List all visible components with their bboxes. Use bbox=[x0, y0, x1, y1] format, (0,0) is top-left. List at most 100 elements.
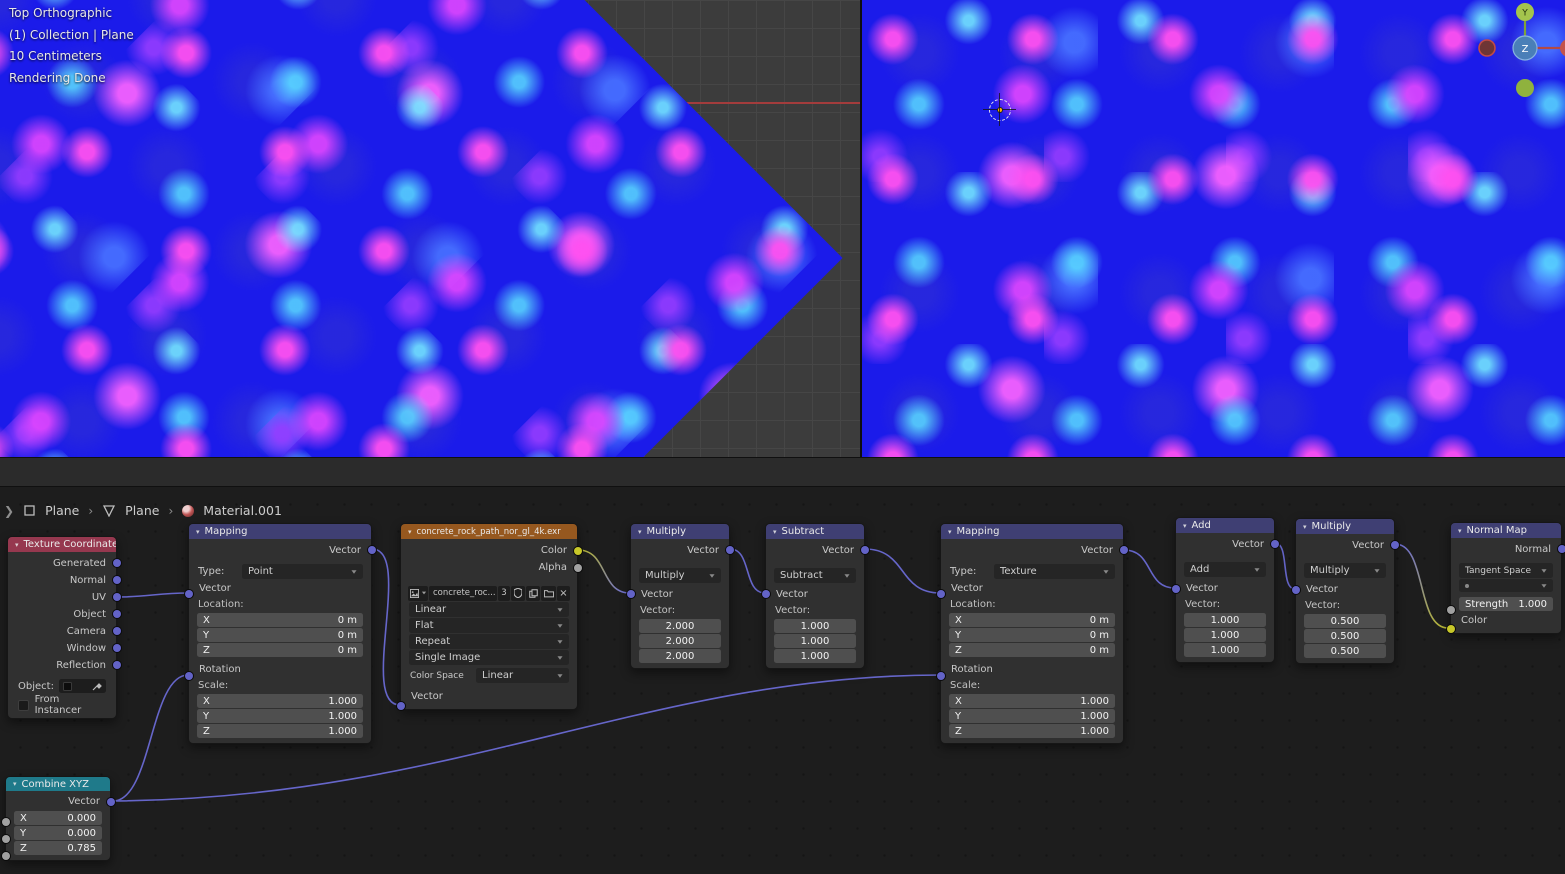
image-browse-button[interactable] bbox=[408, 585, 428, 601]
node-multiply-2[interactable]: ▾ Multiply Vector Multiply Vector Vector:… bbox=[1291, 518, 1399, 664]
location-x-field[interactable]: X 0 m bbox=[197, 613, 363, 627]
socket-vector-out[interactable] bbox=[725, 546, 734, 554]
node-multiply-1[interactable]: ▾ Multiply Vector Multiply Vector Vector:… bbox=[626, 523, 734, 669]
socket-y-in[interactable] bbox=[1, 835, 10, 843]
collapse-icon[interactable]: ▾ bbox=[15, 541, 19, 549]
socket-color-in[interactable] bbox=[1446, 625, 1455, 633]
operation-dropdown[interactable]: Subtract bbox=[774, 568, 856, 583]
x-field[interactable]: X 0.000 bbox=[14, 811, 102, 825]
mapping-type-dropdown[interactable]: Point bbox=[242, 564, 363, 579]
node-add[interactable]: ▾ Add Vector Add Vector Vector: 1.000 1.0… bbox=[1171, 517, 1279, 663]
vector-z-field[interactable]: 0.500 bbox=[1304, 644, 1386, 658]
collapse-icon[interactable]: ▾ bbox=[773, 528, 777, 536]
collapse-icon[interactable]: ▾ bbox=[1183, 522, 1187, 530]
socket-vector-out[interactable] bbox=[367, 546, 376, 554]
scale-y-field[interactable]: Y 1.000 bbox=[949, 709, 1115, 723]
projection-dropdown[interactable]: Flat bbox=[409, 618, 569, 633]
socket-vector-out[interactable] bbox=[1390, 541, 1399, 549]
socket-reflection[interactable] bbox=[112, 661, 121, 669]
node-header[interactable]: ▾ Multiply bbox=[1296, 519, 1394, 534]
operation-dropdown[interactable]: Multiply bbox=[639, 568, 721, 583]
socket-vector-out[interactable] bbox=[1119, 546, 1128, 554]
vector-x-field[interactable]: 0.500 bbox=[1304, 614, 1386, 628]
vector-x-field[interactable]: 2.000 bbox=[639, 619, 721, 633]
node-editor[interactable]: ❯ Plane › Plane › Material.001 ▾ Texture… bbox=[0, 487, 1565, 874]
image-fake-user-button[interactable] bbox=[511, 585, 525, 601]
socket-vector-in[interactable] bbox=[1171, 585, 1180, 593]
scale-y-field[interactable]: Y 1.000 bbox=[197, 709, 363, 723]
node-header[interactable]: ▾ Mapping bbox=[941, 524, 1123, 539]
scale-x-field[interactable]: X 1.000 bbox=[949, 694, 1115, 708]
node-header[interactable]: ▾ Mapping bbox=[189, 524, 371, 539]
source-dropdown[interactable]: Single Image bbox=[409, 650, 569, 665]
node-mapping-1[interactable]: ▾ Mapping Vector Type: Point Vector Locat… bbox=[184, 523, 376, 744]
color-space-dropdown[interactable]: Linear bbox=[476, 668, 569, 683]
socket-strength-in[interactable] bbox=[1446, 606, 1455, 614]
breadcrumb-material[interactable]: Material.001 bbox=[203, 503, 282, 518]
socket-vector-in[interactable] bbox=[936, 590, 945, 598]
collapse-icon[interactable]: ▾ bbox=[196, 528, 200, 536]
vector-z-field[interactable]: 1.000 bbox=[774, 649, 856, 663]
node-texture-coordinate[interactable]: ▾ Texture Coordinate Generated Normal UV … bbox=[7, 536, 121, 719]
from-instancer-row[interactable]: From Instancer bbox=[8, 694, 116, 716]
node-header[interactable]: ▾ concrete_rock_path_nor_gl_4k.exr bbox=[401, 524, 577, 539]
extension-dropdown[interactable]: Repeat bbox=[409, 634, 569, 649]
socket-generated[interactable] bbox=[112, 559, 121, 567]
space-dropdown[interactable]: Tangent Space bbox=[1459, 563, 1553, 578]
node-header[interactable]: ▾ Normal Map bbox=[1451, 523, 1561, 538]
vector-x-field[interactable]: 1.000 bbox=[1184, 613, 1266, 627]
vector-z-field[interactable]: 2.000 bbox=[639, 649, 721, 663]
socket-object[interactable] bbox=[112, 610, 121, 618]
socket-vector-in[interactable] bbox=[396, 702, 405, 710]
collapse-icon[interactable]: ▾ bbox=[1458, 527, 1462, 535]
node-header[interactable]: ▾ Multiply bbox=[631, 524, 729, 539]
socket-vector-in[interactable] bbox=[184, 590, 193, 598]
socket-window[interactable] bbox=[112, 644, 121, 652]
socket-x-in[interactable] bbox=[1, 818, 10, 826]
location-y-field[interactable]: Y 0 m bbox=[197, 628, 363, 642]
node-header[interactable]: ▾ Add bbox=[1176, 518, 1274, 533]
socket-vector-out[interactable] bbox=[106, 798, 115, 806]
operation-dropdown[interactable]: Add bbox=[1184, 562, 1266, 577]
socket-vector-in[interactable] bbox=[1291, 586, 1300, 594]
node-image-texture[interactable]: ▾ concrete_rock_path_nor_gl_4k.exr Color … bbox=[396, 523, 582, 710]
panel-expand-icon[interactable]: ❯ bbox=[4, 504, 14, 518]
socket-vector-in[interactable] bbox=[761, 590, 770, 598]
socket-vector-in[interactable] bbox=[626, 590, 635, 598]
breadcrumb-object[interactable]: Plane bbox=[45, 503, 79, 518]
vector-y-field[interactable]: 2.000 bbox=[639, 634, 721, 648]
collapse-icon[interactable]: ▾ bbox=[638, 528, 642, 536]
location-z-field[interactable]: Z 0 m bbox=[949, 643, 1115, 657]
interpolation-dropdown[interactable]: Linear bbox=[409, 602, 569, 617]
image-name-field[interactable]: concrete_roc... bbox=[429, 585, 497, 601]
vector-y-field[interactable]: 1.000 bbox=[774, 634, 856, 648]
image-open-button[interactable] bbox=[541, 585, 556, 601]
object-selector-field[interactable] bbox=[58, 679, 106, 693]
socket-rotation-in[interactable] bbox=[184, 672, 193, 680]
socket-normal[interactable] bbox=[112, 576, 121, 584]
vector-y-field[interactable]: 0.500 bbox=[1304, 629, 1386, 643]
scale-z-field[interactable]: Z 1.000 bbox=[949, 724, 1115, 738]
collapse-icon[interactable]: ▾ bbox=[13, 780, 17, 788]
node-subtract[interactable]: ▾ Subtract Vector Subtract Vector Vector:… bbox=[761, 523, 869, 669]
vector-x-field[interactable]: 1.000 bbox=[774, 619, 856, 633]
3d-cursor[interactable] bbox=[983, 93, 1016, 126]
viewport-3d[interactable]: Top Orthographic (1) Collection | Plane … bbox=[0, 0, 860, 457]
image-copy-button[interactable] bbox=[526, 585, 540, 601]
image-users-count[interactable]: 3 bbox=[498, 585, 510, 601]
navigation-gizmo[interactable]: Y Z X bbox=[1467, 0, 1565, 100]
collapse-icon[interactable]: ▾ bbox=[1303, 523, 1307, 531]
socket-alpha-out[interactable] bbox=[573, 564, 582, 572]
node-header[interactable]: ▾ Combine XYZ bbox=[6, 777, 110, 791]
viewport-rendered[interactable]: Y Z X bbox=[862, 0, 1565, 457]
image-unlink-button[interactable]: × bbox=[557, 585, 570, 601]
location-z-field[interactable]: Z 0 m bbox=[197, 643, 363, 657]
operation-dropdown[interactable]: Multiply bbox=[1304, 563, 1386, 578]
collapse-icon[interactable]: ▾ bbox=[408, 528, 412, 536]
breadcrumb-mesh[interactable]: Plane bbox=[125, 503, 159, 518]
vector-z-field[interactable]: 1.000 bbox=[1184, 643, 1266, 657]
node-header[interactable]: ▾ Subtract bbox=[766, 524, 864, 539]
strength-field[interactable]: Strength 1.000 bbox=[1459, 597, 1553, 611]
location-x-field[interactable]: X 0 m bbox=[949, 613, 1115, 627]
socket-normal-out[interactable] bbox=[1557, 545, 1565, 553]
